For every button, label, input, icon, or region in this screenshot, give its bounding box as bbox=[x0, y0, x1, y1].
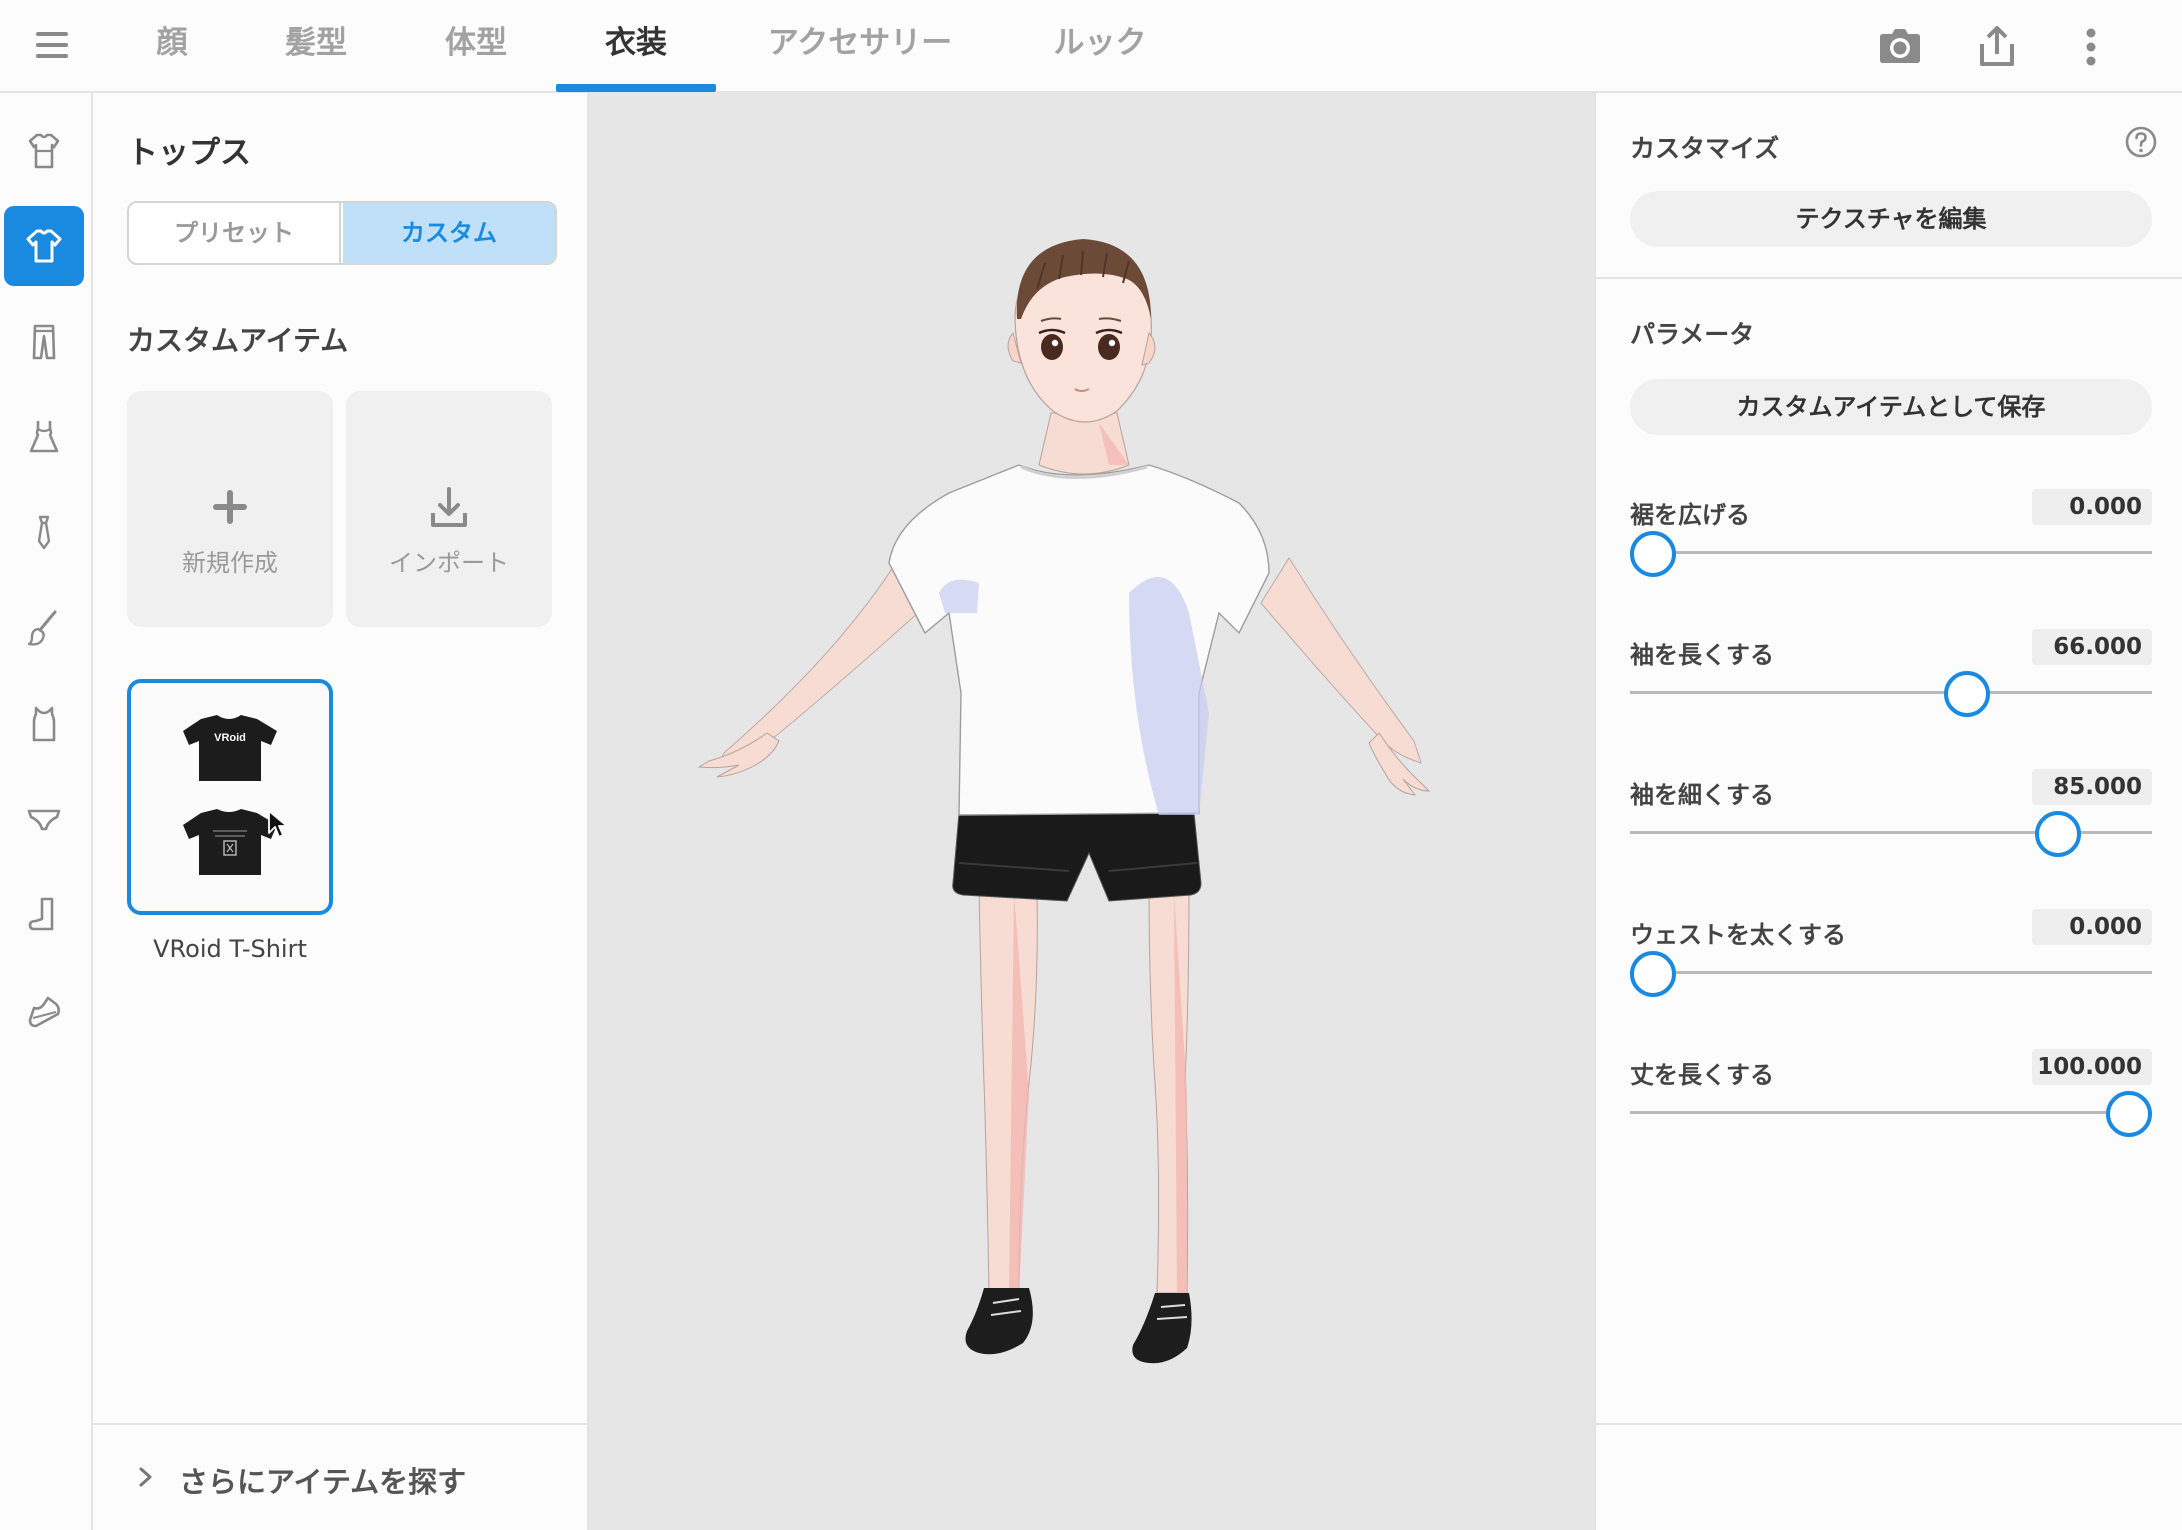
mouse-cursor-icon bbox=[268, 810, 288, 838]
new-item-label: 新規作成 bbox=[182, 549, 278, 577]
tie-icon bbox=[37, 515, 51, 550]
slider-thumb[interactable] bbox=[1944, 671, 1991, 717]
underwear-icon bbox=[27, 809, 61, 831]
rail-item-underwear[interactable] bbox=[4, 779, 84, 859]
avatar-model bbox=[697, 239, 1431, 1364]
param-value-field[interactable]: 85.000 bbox=[2032, 769, 2152, 805]
custom-item-name: VRoid T-Shirt bbox=[153, 935, 307, 963]
active-tab-indicator bbox=[556, 84, 716, 92]
custom-items-heading: カスタムアイテム bbox=[127, 324, 349, 357]
slider-thumb[interactable] bbox=[1630, 531, 1676, 577]
rail-item-shoes[interactable] bbox=[4, 970, 84, 1050]
tab-hairstyle[interactable]: 髪型 bbox=[268, 0, 364, 93]
param-sleeve-thinness: 袖を細くする 85.000 bbox=[1630, 769, 2152, 875]
param-label: 袖を長くする bbox=[1630, 641, 1774, 669]
category-rail bbox=[0, 93, 93, 1530]
slider-track[interactable] bbox=[1630, 551, 2152, 554]
import-label: インポート bbox=[389, 549, 509, 577]
shirt-logo-text: VRoid bbox=[214, 732, 246, 744]
pants-icon bbox=[32, 324, 56, 360]
plus-icon bbox=[213, 490, 247, 524]
tab-accessory[interactable]: アクセサリー bbox=[748, 0, 972, 93]
slider-track[interactable] bbox=[1630, 1111, 2152, 1114]
slider-thumb[interactable] bbox=[2034, 811, 2081, 857]
tab-face[interactable]: 顔 bbox=[140, 0, 204, 93]
param-value-field[interactable]: 66.000 bbox=[2032, 629, 2152, 665]
customize-panel: カスタマイズ テクスチャを編集 パラメータ カスタムアイテムとして保存 裾を広げ… bbox=[1594, 93, 2182, 1530]
param-sleeve-length: 袖を長くする 66.000 bbox=[1630, 629, 2152, 735]
rail-item-tops[interactable] bbox=[4, 206, 84, 286]
custom-segment-button[interactable]: カスタム bbox=[343, 203, 555, 263]
chevron-right-icon bbox=[139, 1467, 152, 1487]
bottom-divider bbox=[1596, 1423, 2182, 1425]
panel-title: トップス bbox=[127, 135, 251, 171]
custom-item-card[interactable]: VRoid bbox=[127, 679, 333, 915]
socks-icon bbox=[28, 897, 54, 931]
tshirt-thumbnail: VRoid bbox=[183, 715, 277, 875]
rail-item-pants[interactable] bbox=[4, 302, 84, 382]
slider-track[interactable] bbox=[1630, 971, 2152, 974]
shoes-icon bbox=[28, 996, 60, 1028]
brush-icon bbox=[27, 610, 57, 646]
hamburger-menu-icon[interactable] bbox=[34, 28, 70, 64]
param-label: ウェストを太くする bbox=[1630, 921, 1846, 949]
items-panel: トップス プリセット カスタム カスタムアイテム 新規作成 インポート VRoi… bbox=[93, 93, 589, 1530]
app-window: 顔 髪型 体型 衣装 アクセサリー ルック トップス プリセット カスタム カス… bbox=[0, 0, 2182, 1530]
param-value-field[interactable]: 0.000 bbox=[2032, 489, 2152, 525]
more-vertical-icon[interactable] bbox=[2066, 22, 2116, 72]
new-item-button[interactable]: 新規作成 bbox=[127, 391, 333, 627]
top-bar: 顔 髪型 体型 衣装 アクセサリー ルック bbox=[0, 0, 2182, 93]
help-icon[interactable] bbox=[2124, 125, 2158, 159]
param-hem-width: 裾を広げる 0.000 bbox=[1630, 489, 2152, 595]
rail-item-socks[interactable] bbox=[4, 875, 84, 955]
tab-body[interactable]: 体型 bbox=[428, 0, 524, 93]
save-as-custom-button[interactable]: カスタムアイテムとして保存 bbox=[1630, 379, 2152, 435]
tops-icon bbox=[26, 229, 62, 263]
slider-track[interactable] bbox=[1630, 691, 2152, 694]
rail-item-tanktop[interactable] bbox=[4, 684, 84, 764]
camera-icon[interactable] bbox=[1875, 22, 1925, 72]
rail-item-brush[interactable] bbox=[4, 588, 84, 668]
param-waist-width: ウェストを太くする 0.000 bbox=[1630, 909, 2152, 1015]
tab-look[interactable]: ルック bbox=[1036, 0, 1164, 93]
dress-icon bbox=[29, 421, 59, 453]
param-value-field[interactable]: 100.000 bbox=[2032, 1049, 2152, 1085]
share-export-icon[interactable] bbox=[1972, 22, 2022, 72]
avatar-viewport[interactable] bbox=[589, 93, 1594, 1530]
param-label: 丈を長くする bbox=[1630, 1061, 1774, 1089]
tab-outfit[interactable]: 衣装 bbox=[588, 0, 684, 93]
tanktop-icon bbox=[32, 706, 56, 742]
onepiece-icon bbox=[28, 133, 60, 169]
param-length: 丈を長くする 100.000 bbox=[1630, 1049, 2152, 1155]
section-divider bbox=[1596, 277, 2182, 279]
download-import-icon bbox=[431, 487, 467, 527]
edit-texture-button[interactable]: テクスチャを編集 bbox=[1630, 191, 2152, 247]
rail-item-dress[interactable] bbox=[4, 397, 84, 477]
param-label: 裾を広げる bbox=[1630, 501, 1750, 529]
slider-thumb[interactable] bbox=[2106, 1091, 2152, 1137]
parameters-title: パラメータ bbox=[1630, 320, 1755, 349]
find-more-items-button[interactable]: さらにアイテムを探す bbox=[93, 1423, 587, 1530]
customize-title: カスタマイズ bbox=[1630, 134, 1780, 163]
rail-item-onepiece[interactable] bbox=[4, 111, 84, 191]
import-button[interactable]: インポート bbox=[346, 391, 552, 627]
param-value-field[interactable]: 0.000 bbox=[2032, 909, 2152, 945]
preset-custom-toggle: プリセット カスタム bbox=[127, 201, 557, 265]
slider-thumb[interactable] bbox=[1630, 951, 1676, 997]
preset-segment-button[interactable]: プリセット bbox=[129, 203, 341, 263]
find-more-label: さらにアイテムを探す bbox=[179, 1465, 467, 1499]
rail-item-tie[interactable] bbox=[4, 493, 84, 573]
param-label: 袖を細くする bbox=[1630, 781, 1774, 809]
